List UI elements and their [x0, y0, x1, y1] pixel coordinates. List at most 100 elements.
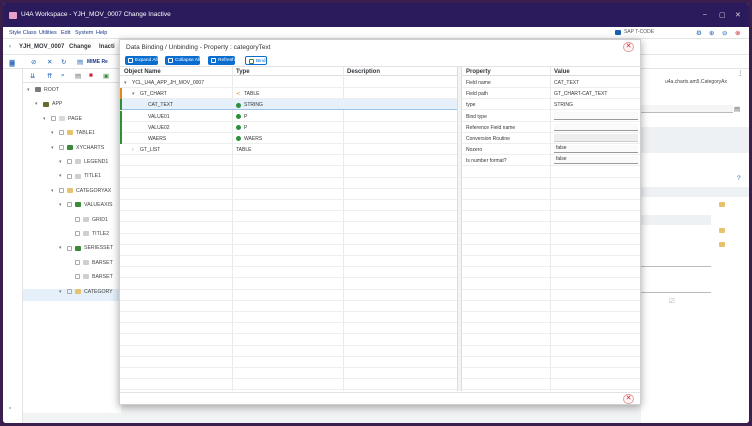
search-icon[interactable]: ⌕ [61, 72, 65, 80]
tools-icon[interactable]: ✕ [47, 58, 52, 66]
tree-checkbox[interactable] [67, 245, 72, 251]
tree-checkbox[interactable] [67, 173, 72, 179]
check-icon[interactable]: ⊘ [31, 58, 36, 66]
tcode-input[interactable]: SAP T-CODE [614, 29, 694, 37]
expand-all-button[interactable]: Expand All [125, 56, 158, 65]
zoom-out-icon[interactable]: ⊖ [722, 29, 727, 37]
col-object-name[interactable]: Object Name [124, 69, 161, 75]
delete-icon[interactable]: ■ [89, 72, 93, 79]
footer-icon[interactable]: ▫ [9, 405, 11, 412]
menu-help[interactable]: Help [96, 30, 107, 36]
tree-checkbox[interactable] [59, 187, 64, 193]
menu-edit[interactable]: Edit [61, 30, 70, 36]
tree-checkbox[interactable] [75, 216, 80, 222]
object-row[interactable]: › GT_LIST TABLE [120, 144, 457, 156]
settings-icon[interactable]: ⚙ [696, 29, 702, 37]
maximize-icon[interactable]: ▢ [719, 11, 726, 19]
checkbox-icon[interactable]: ☑ [669, 297, 675, 305]
tree-node[interactable]: GRID1 [67, 217, 108, 229]
value-help-icon[interactable] [719, 242, 725, 247]
tree-node[interactable]: ▾ LEGEND1 [59, 159, 108, 171]
tree-node[interactable]: ▾ CATEGORYAX [51, 188, 111, 200]
menu-utilities[interactable]: Utilities [39, 30, 57, 36]
copy-icon[interactable]: ▣ [103, 72, 109, 80]
expand-arrow-icon[interactable]: ▾ [59, 173, 67, 179]
tree-node[interactable]: BARSET [67, 260, 113, 272]
tree-checkbox[interactable] [75, 259, 80, 265]
copy-field-icon[interactable]: ▤ [734, 105, 740, 113]
back-icon[interactable]: ‹ [9, 43, 11, 50]
dialog-close-button[interactable]: ✕ [623, 42, 634, 52]
col-value[interactable]: Value [554, 69, 570, 75]
attr-field-1[interactable] [641, 105, 733, 113]
close-window-icon[interactable]: ✕ [735, 11, 741, 19]
tree-node[interactable]: BARSET [67, 274, 113, 286]
col-property[interactable]: Property [466, 69, 491, 75]
mime-repository-button[interactable]: MIME Re [87, 59, 108, 65]
cut-icon[interactable]: ▤ [75, 72, 81, 80]
property-value-input[interactable] [554, 111, 638, 120]
tree-checkbox[interactable] [51, 115, 56, 121]
tree-node[interactable]: ▾ SERIESSET [59, 245, 113, 257]
menu-system[interactable]: System [75, 30, 93, 36]
tree-checkbox[interactable] [75, 231, 80, 237]
refresh-button[interactable]: Refresh [208, 56, 235, 65]
row-expand-icon[interactable]: ▾ [124, 80, 127, 86]
property-value-input[interactable] [554, 122, 638, 131]
object-row[interactable]: ▾ GT_CHART ≺ TABLE [120, 88, 457, 100]
mime-icon[interactable]: ▤ [77, 58, 83, 66]
minimize-icon[interactable]: – [703, 11, 707, 18]
tree-checkbox[interactable] [67, 202, 72, 208]
row-expand-icon[interactable]: › [132, 147, 134, 153]
zoom-in-icon[interactable]: ⊕ [709, 29, 714, 37]
close-icon[interactable]: ⊗ [735, 29, 740, 37]
attr-field-2[interactable] [641, 259, 711, 267]
menu-style-class[interactable]: Style Class [9, 30, 37, 36]
tree-node[interactable]: ▾ TABLE1 [51, 130, 95, 142]
expand-arrow-icon[interactable]: ▾ [59, 159, 67, 165]
tree-node[interactable]: TITLE2 [67, 231, 109, 243]
tree-checkbox[interactable] [75, 274, 80, 280]
col-type[interactable]: Type [236, 69, 250, 75]
col-description[interactable]: Description [347, 69, 380, 75]
refresh-icon[interactable]: ↻ [61, 58, 66, 66]
row-expand-icon[interactable]: ▾ [132, 91, 135, 97]
tree-node[interactable]: ▾ CATEGORY [23, 288, 121, 301]
expand-arrow-icon[interactable]: ▾ [51, 130, 59, 136]
attr-field-3[interactable] [641, 285, 711, 293]
expand-arrow-icon[interactable]: ▾ [59, 245, 67, 251]
collapse-all-button[interactable]: Collapse All [165, 56, 201, 65]
object-row[interactable]: ▾ YCL_U4A_APP_JH_MOV_0007 [120, 77, 457, 88]
property-value-input[interactable]: false [554, 156, 638, 165]
tree-checkbox[interactable] [67, 159, 72, 165]
tree-node[interactable]: ▾ TITLE1 [59, 173, 101, 185]
expand-arrow-icon[interactable]: ▾ [59, 202, 67, 208]
expand-arrow-icon[interactable]: ▾ [51, 188, 59, 194]
tree-node[interactable]: ▾ PAGE [43, 116, 82, 128]
tree-checkbox[interactable] [59, 144, 64, 150]
help-icon[interactable]: ? [737, 175, 741, 182]
expand-arrow-icon[interactable]: ▾ [43, 116, 51, 122]
object-row[interactable]: CAT_TEXT STRING [120, 99, 457, 111]
more-icon[interactable]: ⋮ [737, 69, 744, 77]
object-row[interactable]: VALUE01 P [120, 110, 457, 122]
tree-node[interactable]: ▾ VALUEAXIS [59, 202, 112, 214]
grid-icon[interactable]: ▦ [9, 60, 15, 68]
dialog-footer-close-button[interactable]: ✕ [623, 394, 634, 404]
tree-checkbox[interactable] [67, 288, 72, 294]
tree-node[interactable]: ▾ APP [35, 101, 62, 113]
tree-node[interactable]: ▾ XYCHARTS [51, 145, 104, 157]
expand-arrow-icon[interactable]: ▾ [59, 289, 67, 295]
object-row[interactable]: VALUE02 P [120, 121, 457, 133]
expand-all-icon[interactable]: ⇊ [30, 72, 35, 80]
tree-node[interactable]: ▾ ROOT [27, 87, 59, 99]
expand-arrow-icon[interactable]: ▾ [51, 145, 59, 151]
value-help-icon[interactable] [719, 202, 725, 207]
value-help-icon[interactable] [719, 228, 725, 233]
expand-arrow-icon[interactable]: ▾ [35, 101, 43, 107]
property-value-input[interactable]: false [554, 145, 638, 154]
object-row[interactable]: WAERS WAERS [120, 133, 457, 144]
tree-checkbox[interactable] [59, 130, 64, 136]
collapse-all-icon[interactable]: ⇈ [47, 72, 52, 80]
expand-arrow-icon[interactable]: ▾ [27, 87, 35, 93]
